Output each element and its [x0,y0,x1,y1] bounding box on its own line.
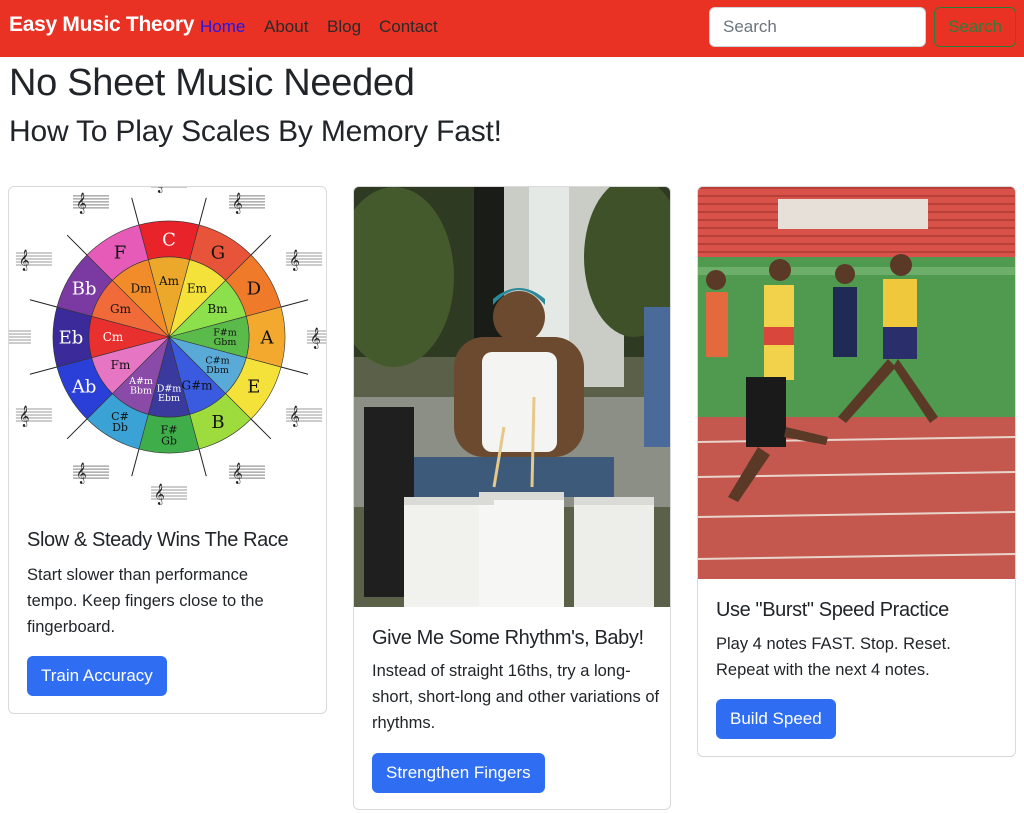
treble-clef-icon: 𝄞 [19,406,30,427]
treble-clef-icon: 𝄞 [310,328,321,349]
key-signature-staff: 𝄞 [307,328,326,349]
minor-key-label: Cm [103,330,124,344]
key-divider-line [66,418,88,440]
key-signature-staff: 𝄞 [15,250,52,271]
major-key-label: F# Gb [161,423,178,447]
strengthen-fingers-button[interactable]: Strengthen Fingers [372,753,545,793]
sprinters-photo [698,187,1015,579]
key-divider-line [198,448,207,477]
major-key-label: C [162,229,176,250]
card-text: Start slower than performance tempo. Kee… [27,566,264,636]
key-divider-line [280,299,309,308]
page-subtitle: How To Play Scales By Memory Fast! [9,115,502,148]
major-key-label: F [114,242,127,263]
minor-key-label: D#m Ebm [157,384,182,405]
key-signature-staff: 𝄞 [229,463,265,484]
treble-clef-icon: 𝄞 [19,250,30,271]
major-key-label: Bb [72,278,97,299]
circle-of-fifths-image: C Am G Em D Bm A F#m Gbm E C#m Dbm B G#m F# Gb D#m Ebm C# D… [9,187,326,507]
key-signature-staff: 𝄞 [9,330,31,344]
treble-clef-icon: 𝄞 [232,193,243,214]
major-key-label: B [211,412,224,433]
card-title: Give Me Some Rhythm's, Baby! [372,627,644,649]
nav-link-blog[interactable]: Blog [327,17,361,37]
minor-key-label: G#m [181,379,213,393]
minor-key-label: C#m Dbm [205,356,229,377]
key-divider-line [198,197,207,226]
key-signature-staff: 𝄞 [151,187,187,193]
key-divider-line [131,197,140,226]
treble-clef-icon: 𝄞 [154,187,165,193]
card-text: Instead of straight 16ths, try a long-sh… [372,662,660,732]
key-signature-staff: 𝄞 [286,250,323,271]
major-key-label: E [247,376,260,397]
card-rhythm: Give Me Some Rhythm's, Baby! Instead of … [353,186,671,810]
minor-key-label: F#m Gbm [213,328,237,349]
nav-link-home[interactable]: Home [200,17,245,37]
treble-clef-icon: 𝄞 [232,463,243,484]
key-divider-line [280,366,309,375]
key-divider-line [250,418,272,440]
card-slow-steady: C Am G Em D Bm A F#m Gbm E C#m Dbm B G#m F# Gb D#m Ebm C# D… [8,186,327,714]
key-signature-staff: 𝄞 [286,406,323,427]
circle-of-fifths-diagram: C Am G Em D Bm A F#m Gbm E C#m Dbm B G#m F# Gb D#m Ebm C# D… [9,187,326,505]
card-text: Play 4 notes FAST. Stop. Reset. Repeat w… [716,635,951,679]
build-speed-button[interactable]: Build Speed [716,699,836,739]
minor-key-label: Am [158,274,180,288]
page-title: No Sheet Music Needed [9,62,415,104]
minor-key-label: Dm [131,282,153,296]
street-drummer-image [354,187,670,607]
major-key-label: D [247,278,261,299]
major-key-label: G [211,242,225,263]
card-title: Use "Burst" Speed Practice [716,599,949,621]
key-signature-staff: 𝄞 [15,406,52,427]
minor-key-label: Em [187,282,208,296]
major-key-label: C# Db [111,410,129,434]
key-divider-line [29,299,58,308]
navbar: Easy Music Theory Home About Blog Contac… [0,0,1024,57]
major-key-label: A [260,327,275,348]
search-button[interactable]: Search [934,7,1016,47]
treble-clef-icon: 𝄞 [289,250,300,271]
search-input[interactable] [709,7,926,47]
key-divider-line [66,234,88,256]
key-divider-line [29,366,58,375]
card-burst-speed: Use "Burst" Speed Practice Play 4 notes … [697,186,1016,757]
sprinters-image [698,187,1015,579]
minor-key-label: Gm [110,302,132,316]
nav-link-contact[interactable]: Contact [379,17,438,37]
treble-clef-icon: 𝄞 [76,193,87,214]
treble-clef-icon: 𝄞 [154,484,165,505]
minor-key-label: Bm [207,302,228,316]
key-signature-staff: 𝄞 [229,193,265,214]
key-divider-line [131,448,140,477]
train-accuracy-button[interactable]: Train Accuracy [27,656,167,696]
treble-clef-icon: 𝄞 [76,463,87,484]
minor-key-label: Fm [111,358,131,372]
key-divider-line [250,234,272,256]
key-signature-staff: 𝄞 [73,193,109,214]
minor-key-label: A#m Bbm [128,376,153,397]
major-key-label: Eb [59,327,84,348]
major-key-label: Ab [71,376,97,397]
drummer-photo [354,187,670,607]
card-title: Slow & Steady Wins The Race [27,529,289,551]
treble-clef-icon: 𝄞 [289,406,300,427]
brand-logo[interactable]: Easy Music Theory [9,13,194,37]
key-signature-staff: 𝄞 [151,484,187,505]
nav-link-about[interactable]: About [264,17,308,37]
key-signature-staff: 𝄞 [73,463,109,484]
